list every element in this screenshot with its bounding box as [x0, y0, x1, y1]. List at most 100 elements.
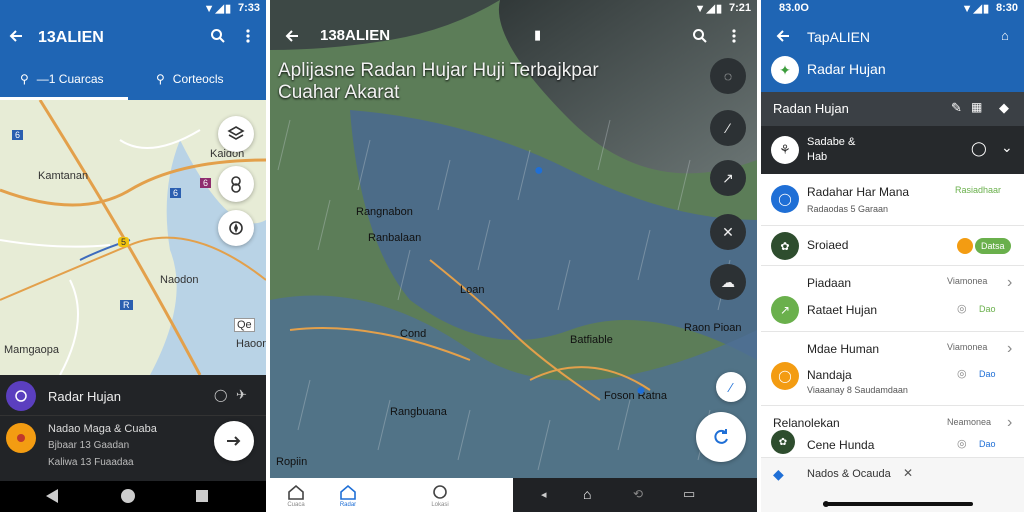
back-arrow-icon[interactable]	[773, 26, 793, 46]
compass-icon	[433, 485, 447, 499]
grid-icon[interactable]: ▦	[971, 100, 982, 114]
nav-recents-icon[interactable]: ▭	[683, 486, 695, 502]
nav-radar[interactable]: Radar	[328, 484, 368, 508]
avatar: ✿	[771, 430, 795, 454]
status-chip: Dao	[979, 304, 996, 314]
avatar: ◯	[771, 185, 799, 213]
close-icon[interactable]: ✕	[903, 466, 913, 480]
section-header-label: Radan Hujan	[773, 101, 849, 116]
row-title: Mdae Human	[807, 342, 880, 356]
section-row[interactable]: Relanolekan Neamonea ›	[761, 406, 1024, 432]
radar-map-view[interactable]: ▼◢▮ 7:21 138ALIEN ▮ Aplijasne Radan Huja…	[270, 0, 757, 478]
list-item[interactable]: Piadaan Viamonea › ↗ Rataet Hujan ◎ Dao	[761, 266, 1024, 332]
map-label: Batfiable	[570, 334, 613, 346]
layers-icon[interactable]	[218, 116, 254, 152]
close-layer-icon[interactable]: ✕	[710, 214, 746, 250]
link-icon: ⚲	[156, 72, 165, 86]
row-title: Sadabe &	[807, 136, 856, 148]
row-tag: Neamonea	[947, 417, 992, 427]
visibility-icon[interactable]: ◆	[999, 100, 1009, 116]
avatar: ↗	[771, 296, 799, 324]
directions-icon[interactable]	[214, 421, 254, 461]
radar-logo-icon: ✦	[771, 56, 799, 84]
nav-rotate-icon[interactable]: ⟲	[633, 487, 643, 501]
nav-label: Radar	[339, 502, 357, 508]
bookmark-icon[interactable]: ▮	[534, 27, 541, 43]
search-icon[interactable]	[208, 26, 228, 46]
row-tag: Rasiadhaar	[955, 185, 1002, 195]
nav-back-icon[interactable]: ◂	[541, 488, 547, 501]
nav-location[interactable]: Lokasi	[420, 484, 460, 508]
list-item[interactable]: ✿ Cene Hunda ◎ Dao	[761, 430, 1024, 458]
radar-icon	[340, 484, 356, 500]
avatar: ✿	[771, 232, 799, 260]
location-row[interactable]: ⚘ Sadabe & Hab ◯ ⌄	[761, 126, 1024, 174]
compass-icon[interactable]	[218, 210, 254, 246]
back-arrow-icon[interactable]	[6, 26, 26, 46]
chevron-right-icon[interactable]: ›	[1007, 414, 1012, 432]
list-item[interactable]: ◯ Radahar Har Mana Radaodas 5 Garaan Ras…	[761, 174, 1024, 226]
list-item[interactable]: ✿ Sroiaed Datsa	[761, 226, 1024, 266]
tab-corteocls[interactable]: ⚲ Corteocls	[156, 58, 223, 100]
map-view[interactable]: Kamtanan Kaidoh Naodon Haoon Mamgaopa 5 …	[0, 100, 266, 375]
send-icon[interactable]: ◆	[773, 466, 784, 483]
info-icon[interactable]: ◯	[214, 388, 227, 402]
list-item[interactable]: Mdae Human Viamonea › ◯ Nandaja Viaaanay…	[761, 332, 1024, 406]
map-label: Raon Pioan	[684, 322, 742, 334]
map-label: Naodon	[160, 274, 199, 286]
row-sub: Radaodas 5 Garaan	[807, 204, 889, 214]
row-tag: Viamonea	[947, 342, 988, 352]
status-icons: ▼◢▮	[694, 3, 723, 15]
tab-label: Corteocls	[172, 72, 224, 86]
screen-radar-map: ▼◢▮ 7:21 138ALIEN ▮ Aplijasne Radan Huja…	[270, 0, 757, 512]
search-icon[interactable]	[690, 26, 710, 46]
chevron-right-icon[interactable]: ›	[1007, 340, 1012, 358]
more-vert-icon[interactable]	[724, 26, 744, 46]
back-arrow-icon[interactable]	[282, 26, 302, 46]
status-bar: ▼◢▮ 7:33	[0, 0, 266, 16]
sheet-title: Radar Hujan	[48, 389, 121, 404]
location-icon[interactable]	[218, 166, 254, 202]
nav-label: Lokasi	[431, 502, 449, 508]
nav-home[interactable]: Cuaca	[276, 484, 316, 508]
nav-recents-icon[interactable]	[196, 490, 208, 502]
rain-icon[interactable]: ⁄	[710, 110, 746, 146]
tab-cuaca[interactable]: ⚲ —1 Cuarcas	[20, 58, 104, 100]
lock-icon[interactable]: ⌂	[1001, 28, 1009, 43]
chevron-down-icon[interactable]: ⌄	[1001, 139, 1013, 156]
home-indicator[interactable]	[823, 502, 973, 506]
refresh-icon[interactable]	[696, 412, 746, 462]
map-label: Rangbuana	[390, 406, 447, 418]
app-bar: 83.0O ▼◢▮ 8:30 TapALIEN ⌂ ✦ Radar Hujan	[761, 0, 1024, 92]
edit-icon[interactable]: ✎	[951, 100, 962, 116]
headline: Aplijasne Radan Hujar Huji Terbajkpar Cu…	[278, 60, 599, 103]
location-pin-icon: ●	[636, 382, 646, 399]
row-title: Radahar Har Mana	[807, 185, 910, 199]
avatar: ◯	[771, 362, 799, 390]
wind-icon[interactable]: ↗	[710, 160, 746, 196]
cloud-icon[interactable]: ☁	[710, 264, 746, 300]
tab-label: —1 Cuarcas	[36, 72, 104, 86]
map-qe-label: Qe	[234, 318, 255, 332]
map-label: Ranbalaan	[368, 232, 422, 244]
row-title: Rataet Hujan	[807, 303, 878, 317]
clock-icon[interactable]: ◯	[971, 140, 987, 157]
nav-back-icon[interactable]	[46, 489, 58, 503]
status-chip: Datsa	[975, 238, 1011, 254]
info-icon: ◎	[957, 303, 967, 315]
divider	[0, 415, 266, 416]
nav-home-icon[interactable]: ⌂	[583, 486, 591, 502]
pin-off-icon[interactable]: ✈	[236, 387, 247, 403]
info-icon: ◎	[957, 438, 967, 450]
status-chip: Dao	[979, 369, 996, 379]
home-icon	[288, 484, 304, 500]
app-title: 13ALIEN	[38, 29, 104, 46]
system-nav-bar	[0, 481, 266, 512]
more-vert-icon[interactable]	[238, 26, 258, 46]
map-label: Mamgaopa	[4, 344, 60, 356]
nav-home-icon[interactable]	[121, 489, 135, 503]
my-location-icon[interactable]: ⁄	[716, 372, 746, 402]
map-label: Ropiin	[276, 456, 308, 468]
chevron-right-icon[interactable]: ›	[1007, 274, 1012, 292]
layers-icon[interactable]: ◌	[710, 58, 746, 94]
